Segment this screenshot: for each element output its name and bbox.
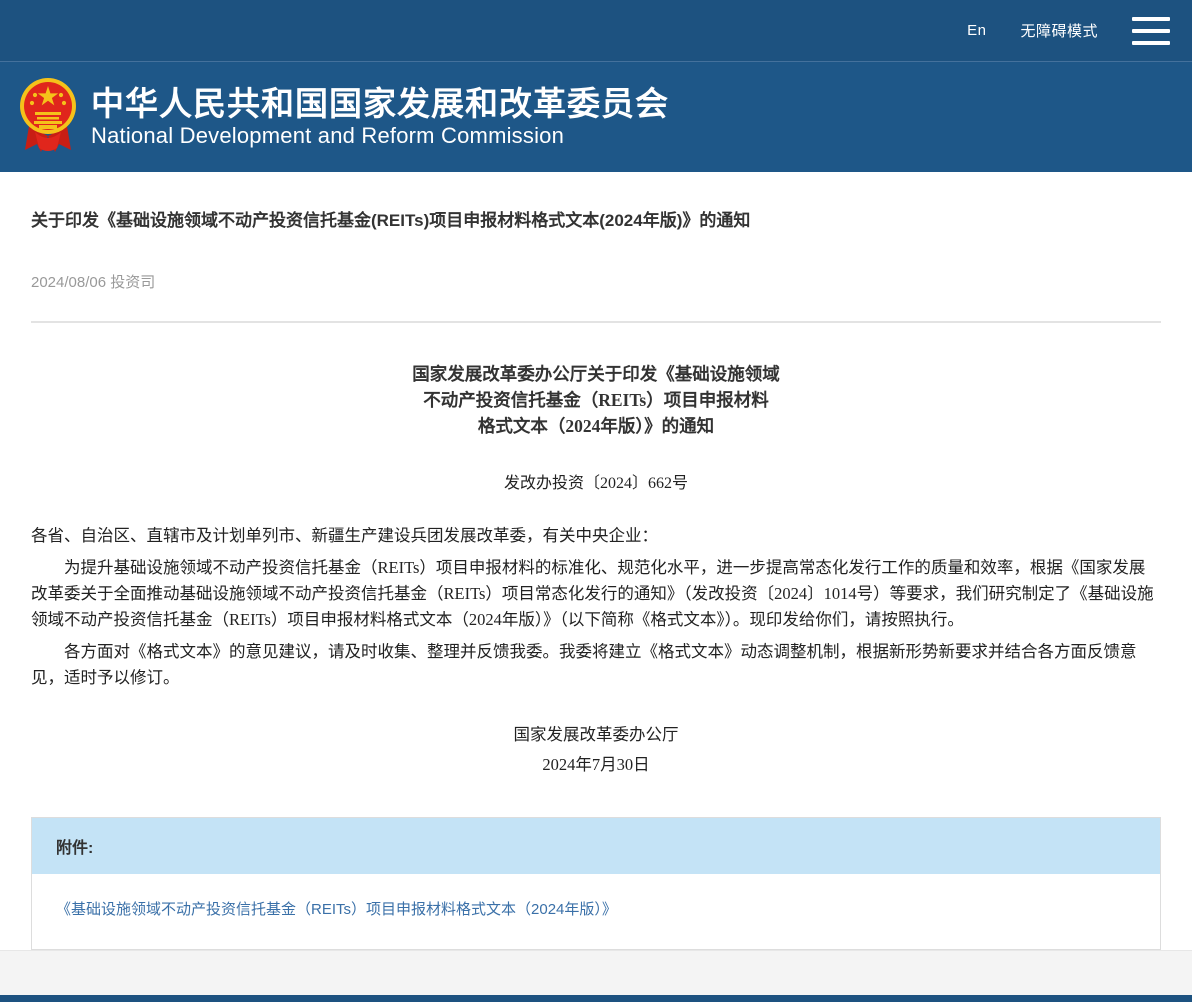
paragraph: 为提升基础设施领域不动产投资信托基金（REITs）项目申报材料的标准化、规范化水…	[31, 555, 1161, 633]
org-name-en: National Development and Reform Commissi…	[91, 123, 669, 149]
document-signer: 国家发展改革委办公厅	[31, 721, 1161, 745]
footer-bottom-bar	[0, 995, 1192, 1002]
attachment-body: 《基础设施领域不动产投资信托基金（REITs）项目申报材料格式文本（2024年版…	[32, 874, 1160, 949]
page-title: 关于印发《基础设施领域不动产投资信托基金(REITs)项目申报材料格式文本(20…	[31, 206, 1161, 231]
org-name-zh[interactable]: 中华人民共和国国家发展和改革委员会	[91, 85, 669, 123]
site-header: 中华人民共和国国家发展和改革委员会 National Development a…	[0, 62, 1192, 172]
attachment-header: 附件:	[32, 818, 1160, 874]
document-title: 国家发展改革委办公厅关于印发《基础设施领域 不动产投资信托基金（REITs）项目…	[31, 361, 1161, 439]
language-switch-link[interactable]: En	[967, 22, 986, 39]
publish-department: 投资司	[110, 274, 155, 291]
document-title-line: 格式文本（2024年版）》的通知	[31, 413, 1161, 439]
document-number: 发改办投资〔2024〕662号	[31, 469, 1161, 493]
publish-date: 2024/08/06	[31, 274, 106, 291]
article-meta: 2024/08/06 投资司	[31, 271, 1161, 292]
document-title-line: 不动产投资信托基金（REITs）项目申报材料	[31, 387, 1161, 413]
attachment-link[interactable]: 《基础设施领域不动产投资信托基金（REITs）项目申报材料格式文本（2024年版…	[56, 901, 617, 918]
menu-icon[interactable]	[1132, 17, 1170, 45]
site-branding: 中华人民共和国国家发展和改革委员会 National Development a…	[91, 85, 669, 149]
document-title-line: 国家发展改革委办公厅关于印发《基础设施领域	[31, 361, 1161, 387]
salutation: 各省、自治区、直辖市及计划单列市、新疆生产建设兵团发展改革委，有关中央企业：	[31, 523, 1161, 549]
divider	[31, 321, 1161, 323]
attachment-box: 附件: 《基础设施领域不动产投资信托基金（REITs）项目申报材料格式文本（20…	[31, 817, 1161, 950]
main-content: 关于印发《基础设施领域不动产投资信托基金(REITs)项目申报材料格式文本(20…	[0, 172, 1192, 950]
accessibility-mode-link[interactable]: 无障碍模式	[1020, 20, 1098, 41]
footer-area	[0, 950, 1192, 995]
official-document: 国家发展改革委办公厅关于印发《基础设施领域 不动产投资信托基金（REITs）项目…	[31, 361, 1161, 775]
paragraph: 各方面对《格式文本》的意见建议，请及时收集、整理并反馈我委。我委将建立《格式文本…	[31, 639, 1161, 691]
document-body: 各省、自治区、直辖市及计划单列市、新疆生产建设兵团发展改革委，有关中央企业： 为…	[31, 523, 1161, 691]
top-bar: En 无障碍模式	[0, 0, 1192, 62]
document-sign-date: 2024年7月30日	[31, 751, 1161, 775]
national-emblem-icon	[17, 74, 79, 160]
